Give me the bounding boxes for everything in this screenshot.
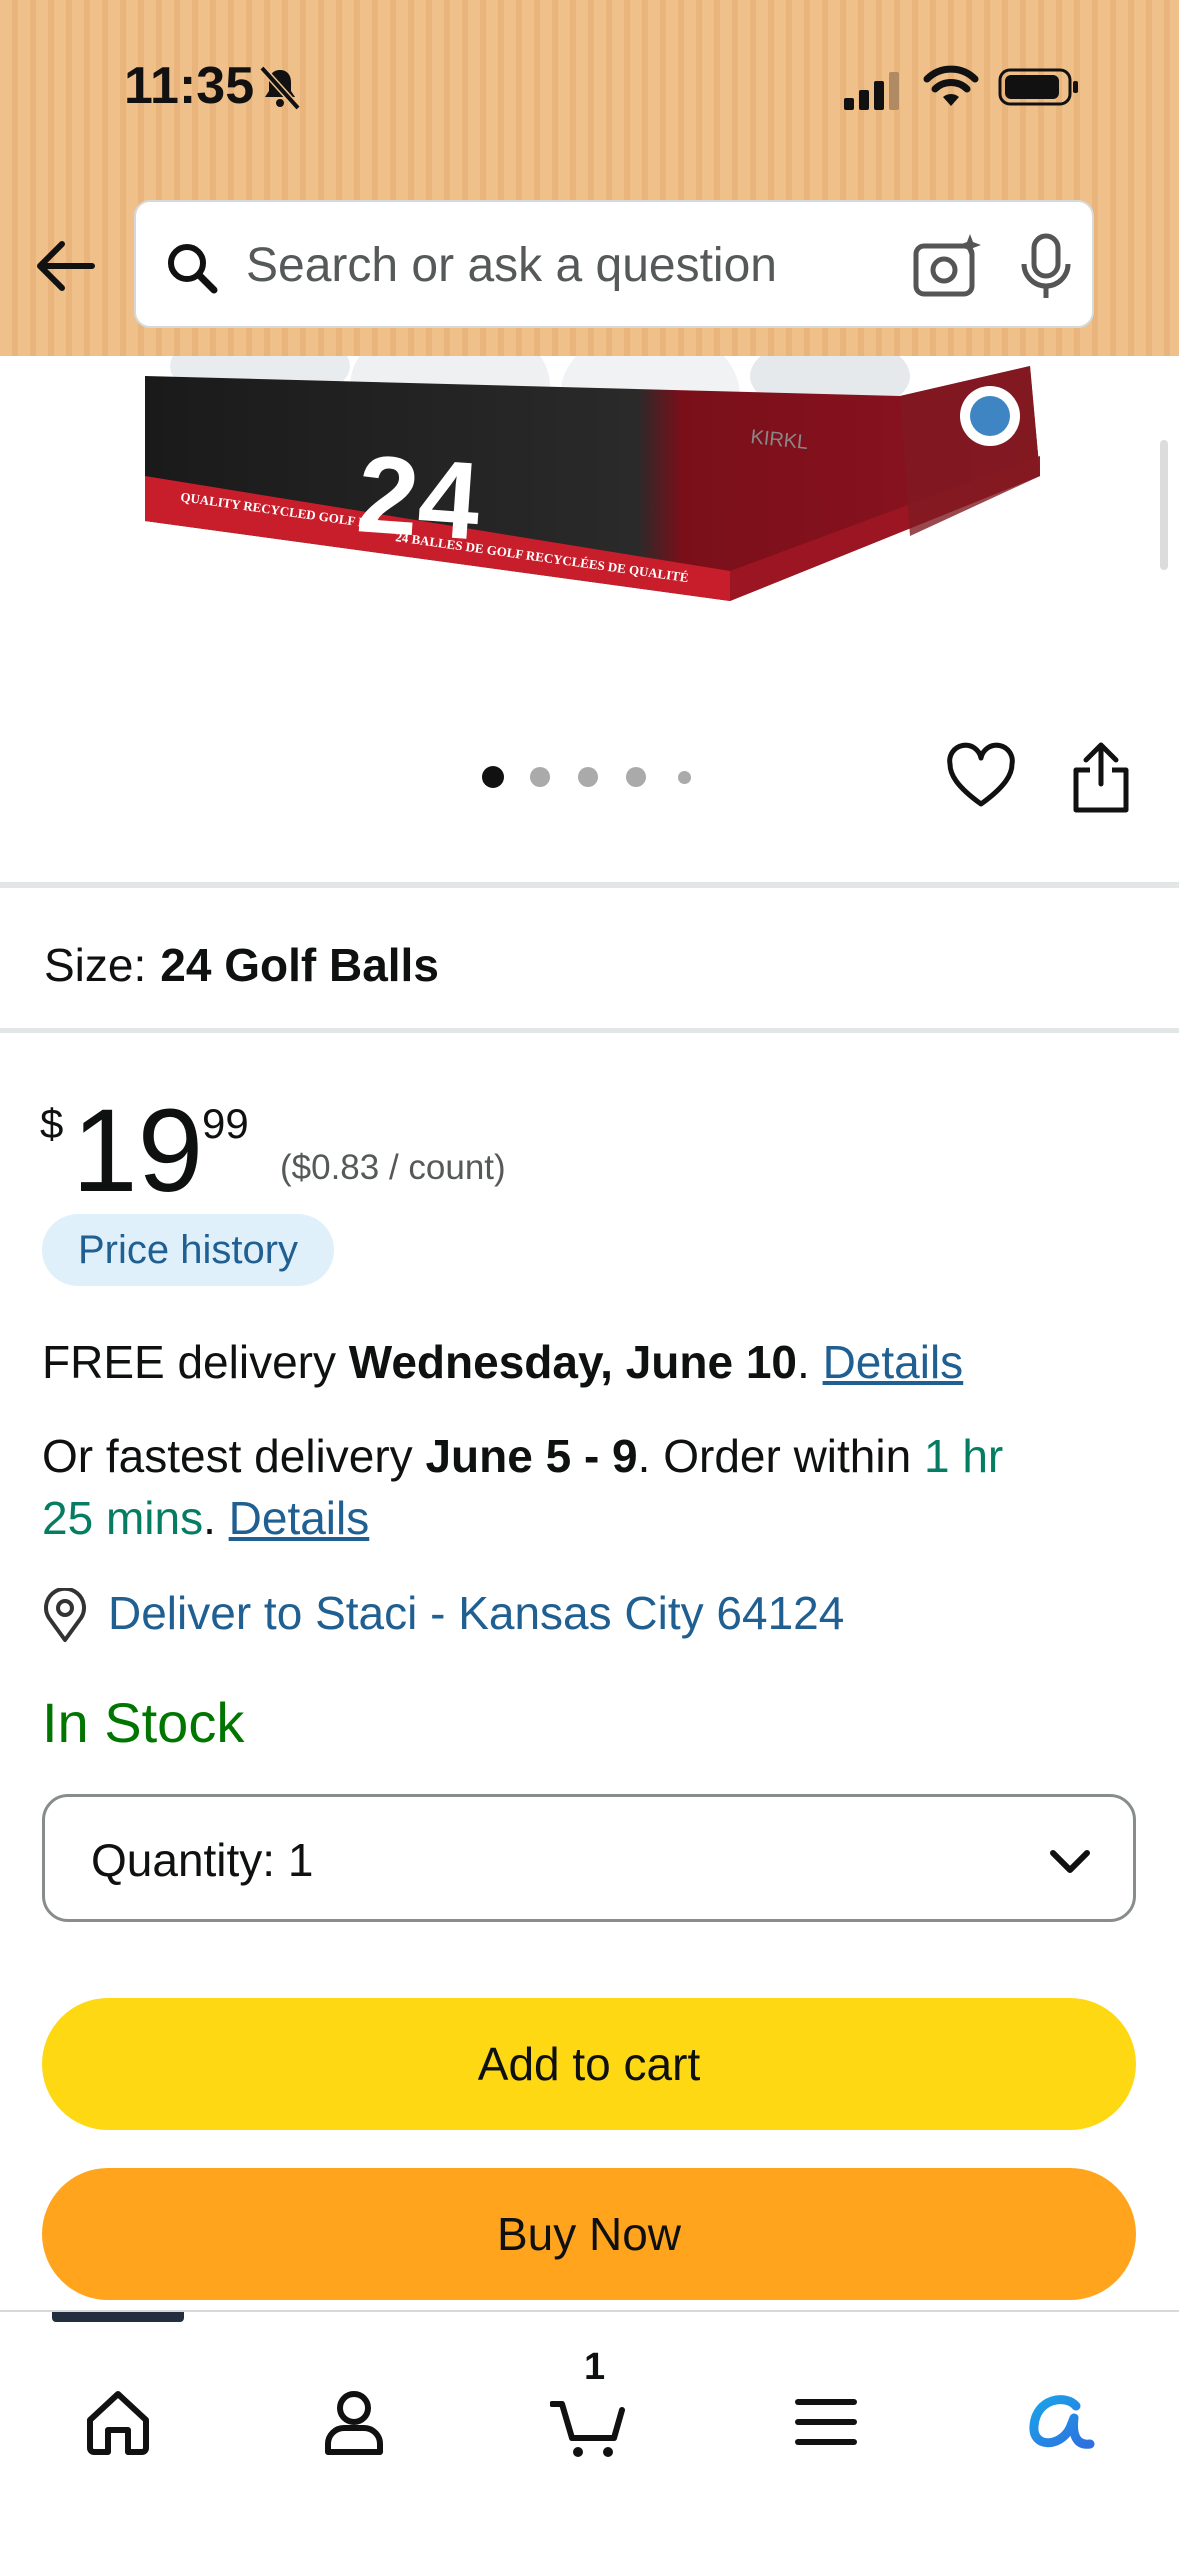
scroll-indicator — [1160, 440, 1168, 570]
back-arrow-icon[interactable] — [32, 232, 100, 300]
price-per-unit: ($0.83 / count) — [280, 1148, 506, 1187]
quantity-label-text: Quantity: — [91, 1834, 276, 1886]
free-delivery-prefix: FREE delivery — [42, 1336, 349, 1388]
size-value: 24 Golf Balls — [160, 939, 439, 991]
buy-now-button[interactable]: Buy Now — [42, 2168, 1136, 2300]
wifi-icon — [923, 65, 979, 106]
divider — [0, 1028, 1179, 1033]
price-whole: 19 — [72, 1085, 204, 1217]
deliver-to-link[interactable]: Deliver to Staci - Kansas City 64124 — [108, 1586, 844, 1640]
fastest-delivery-line-2: 25 mins. Details — [42, 1488, 369, 1548]
cellular-signal-icon — [844, 72, 899, 110]
menu-icon[interactable] — [786, 2382, 866, 2462]
account-icon[interactable] — [314, 2382, 394, 2462]
free-delivery-line: FREE delivery Wednesday, June 10. Detail… — [42, 1332, 963, 1392]
fast-delivery-date: June 5 - 9 — [425, 1430, 638, 1482]
free-delivery-suffix: . — [797, 1336, 823, 1388]
cart-icon[interactable] — [550, 2382, 630, 2462]
fastest-delivery-line: Or fastest delivery June 5 - 9. Order wi… — [42, 1426, 1003, 1486]
order-within-time: 1 hr — [923, 1430, 1004, 1482]
search-placeholder: Search or ask a question — [246, 239, 777, 292]
status-time: 11:35 — [124, 57, 255, 115]
bell-muted-icon — [259, 65, 301, 111]
header: 11:35 Search or ask a question — [0, 0, 1179, 356]
microphone-icon[interactable] — [1016, 232, 1076, 302]
quantity-select[interactable]: Quantity: 1 — [42, 1794, 1136, 1922]
size-label: Size: — [44, 939, 147, 991]
carousel-dot[interactable] — [626, 767, 646, 787]
carousel-dot[interactable] — [530, 767, 550, 787]
free-delivery-date: Wednesday, June 10 — [348, 1336, 798, 1388]
carousel-dot[interactable] — [578, 767, 598, 787]
home-icon[interactable] — [78, 2382, 158, 2462]
carousel-dot[interactable] — [678, 771, 691, 784]
share-icon[interactable] — [1068, 740, 1134, 814]
battery-icon — [998, 68, 1078, 106]
fast-delivery-mid: . Order within — [637, 1430, 924, 1482]
product-image[interactable]: 24 QUALITY RECYCLED GOLF BALLS 24 BALLES… — [140, 356, 1040, 656]
camera-search-icon[interactable] — [912, 232, 982, 302]
size-row[interactable]: Size: 24 Golf Balls — [44, 938, 439, 992]
price-history-button[interactable]: Price history — [42, 1214, 335, 1286]
fast-delivery-details-link[interactable]: Details — [229, 1492, 370, 1544]
cart-count-badge: 1 — [584, 2346, 606, 2388]
order-within-time-2: 25 mins — [42, 1492, 204, 1544]
fast-delivery-suffix: . — [203, 1492, 229, 1544]
nav-active-indicator — [52, 2312, 184, 2322]
fast-delivery-prefix: Or fastest delivery — [42, 1430, 426, 1482]
price-currency: $ — [40, 1100, 64, 1147]
delivery-details-link[interactable]: Details — [823, 1336, 964, 1388]
rufus-ai-icon[interactable] — [1020, 2382, 1100, 2462]
quantity-label: Quantity: 1 — [91, 1833, 313, 1887]
price-fraction: 99 — [202, 1100, 249, 1147]
location-pin-icon — [44, 1588, 86, 1642]
bottom-nav: 1 — [0, 2310, 1179, 2556]
chevron-down-icon — [1050, 1850, 1090, 1873]
stock-status: In Stock — [42, 1691, 245, 1754]
search-input[interactable]: Search or ask a question — [134, 200, 1094, 328]
quantity-value: 1 — [287, 1834, 314, 1886]
add-to-cart-button[interactable]: Add to cart — [42, 1998, 1136, 2130]
carousel-dot-active[interactable] — [482, 766, 504, 788]
divider — [0, 882, 1179, 888]
search-icon — [168, 244, 218, 294]
heart-icon[interactable] — [946, 742, 1016, 812]
